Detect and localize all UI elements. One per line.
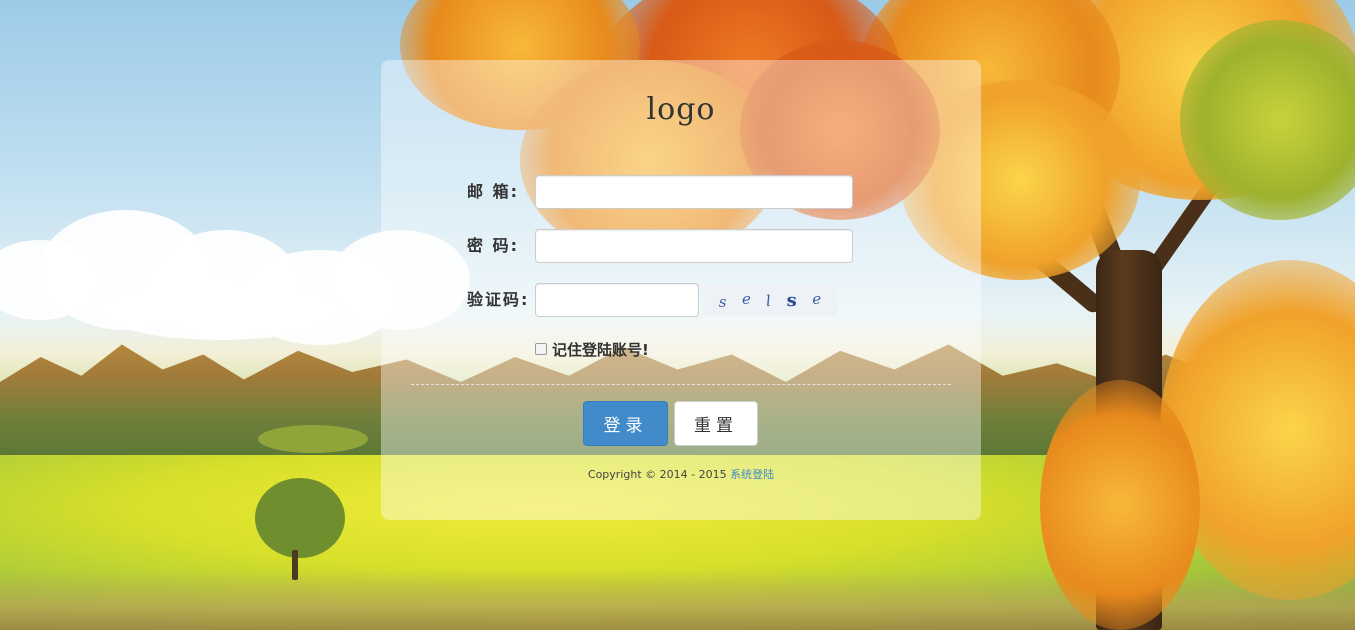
captcha-image[interactable]: s e l s e: [703, 284, 837, 316]
logo: logo: [646, 92, 716, 127]
captcha-char: l: [765, 291, 773, 311]
captcha-field[interactable]: [535, 283, 699, 317]
remember-checkbox[interactable]: [535, 343, 547, 355]
remember-label: 记住登陆账号!: [552, 340, 649, 359]
small-tree-trunk: [292, 550, 298, 580]
captcha-label: 验证码:: [467, 290, 530, 309]
captcha-char: e: [741, 290, 751, 308]
email-row: 邮 箱:: [381, 175, 981, 209]
copyright-text: Copyright © 2014 - 2015: [587, 468, 727, 481]
form-divider: [411, 384, 951, 385]
password-row: 密 码:: [381, 229, 981, 263]
hedge: [258, 425, 368, 453]
copyright-link[interactable]: 系统登陆: [730, 468, 774, 481]
login-button[interactable]: 登录: [583, 401, 668, 446]
captcha-char: s: [786, 289, 797, 311]
captcha-char: s: [718, 293, 727, 311]
captcha-row: 验证码: s e l s e: [381, 283, 981, 317]
copyright-footer: Copyright © 2014 - 2015 系统登陆: [381, 466, 981, 482]
autumn-bush: [1040, 380, 1200, 630]
email-field[interactable]: [535, 175, 853, 209]
email-label: 邮 箱:: [467, 182, 519, 201]
small-tree: [255, 478, 345, 558]
login-panel: logo 邮 箱: 密 码: 验证码: s e l s e 记住登陆账号! 登录…: [381, 60, 981, 520]
password-label: 密 码:: [467, 236, 519, 255]
reset-button[interactable]: 重置: [674, 401, 758, 446]
password-field[interactable]: [535, 229, 853, 263]
cloud: [100, 280, 340, 340]
captcha-char: e: [812, 290, 822, 308]
remember-row: 记住登陆账号!: [535, 338, 649, 360]
